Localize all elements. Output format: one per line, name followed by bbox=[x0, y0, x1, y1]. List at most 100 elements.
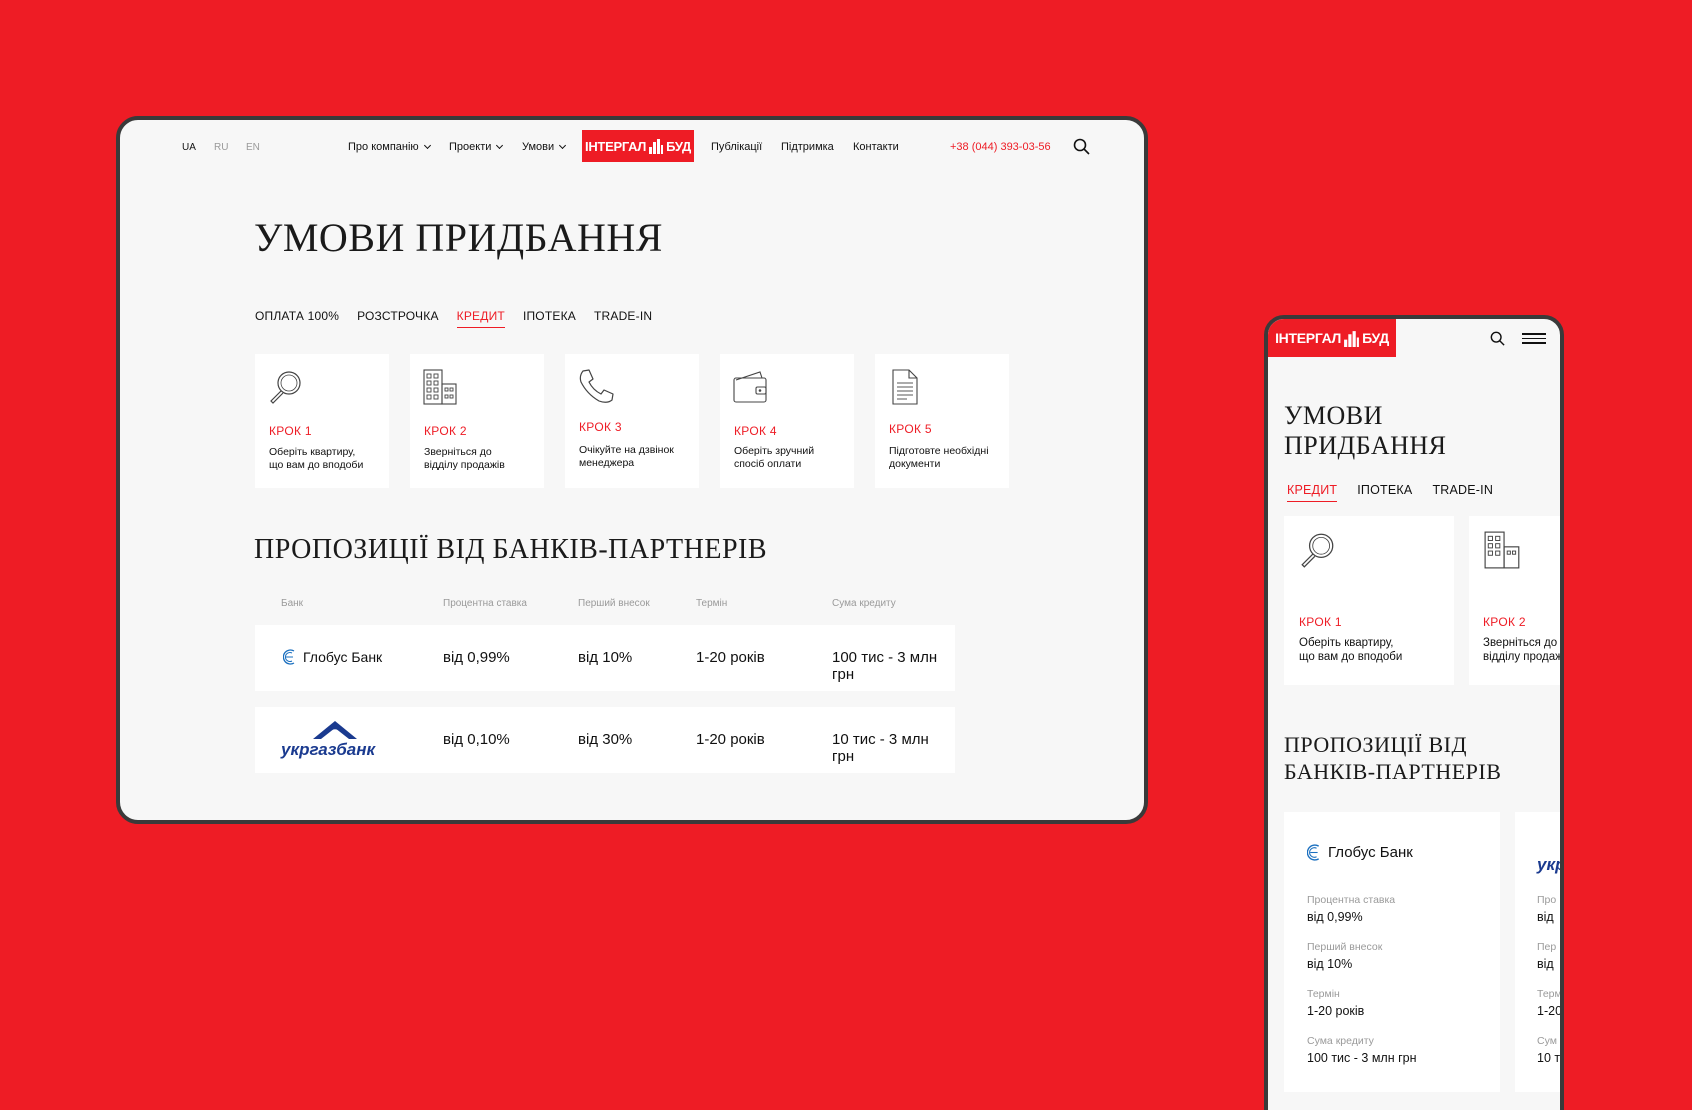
label-term: Термін bbox=[1307, 988, 1340, 1000]
nav-support[interactable]: Підтримка bbox=[781, 141, 834, 153]
step-card-5: КРОК 5 Підготовте необхідні документи bbox=[875, 354, 1009, 488]
logo-text: ІНТЕРГАЛ bbox=[1275, 330, 1342, 346]
document-icon bbox=[892, 369, 918, 405]
chevron-down-icon bbox=[423, 141, 431, 150]
page-title-line-2: придбання bbox=[1284, 431, 1447, 460]
bank-sum: 100 тис - 3 млн грн bbox=[1307, 1051, 1417, 1065]
step-card-3: КРОК 3 Очікуйте на дзвінок менеджера bbox=[565, 354, 699, 488]
value-partial: від bbox=[1537, 910, 1554, 924]
step-card-1: КРОК 1 Оберіть квартиру, що вам до вподо… bbox=[255, 354, 389, 488]
tab-mortgage[interactable]: ІПОТЕКА bbox=[523, 309, 576, 323]
page-title: Умови придбання bbox=[1284, 401, 1447, 461]
search-icon[interactable] bbox=[1073, 138, 1090, 155]
bank-rate: від 0,99% bbox=[1307, 910, 1363, 924]
tab-trade-in[interactable]: TRADE-IN bbox=[1432, 483, 1493, 497]
bank-down-payment: від 10% bbox=[578, 649, 633, 666]
tab-credit[interactable]: КРЕДИТ bbox=[456, 309, 506, 328]
step-number: КРОК 1 bbox=[1299, 615, 1342, 629]
page-title-line-1: Умови bbox=[1284, 401, 1383, 430]
bank-name: укргазбанк bbox=[281, 740, 376, 759]
logo-buildings-icon bbox=[1344, 330, 1360, 347]
step-number: КРОК 5 bbox=[889, 422, 932, 436]
desktop-screen: UA RU EN Про компанію Проекти Умови ІНТЕ… bbox=[116, 116, 1148, 824]
menu-burger-icon[interactable] bbox=[1522, 333, 1546, 347]
tab-installment[interactable]: РОЗСТРОЧКА bbox=[357, 309, 439, 323]
bank-down-payment: від 10% bbox=[1307, 957, 1353, 971]
nav-conditions-label: Умови bbox=[522, 141, 555, 153]
bank-down-payment: від 30% bbox=[578, 731, 633, 748]
globe-icon bbox=[283, 649, 295, 665]
bank-card-globus: Глобус Банк Процентна ставка від 0,99% П… bbox=[1284, 812, 1500, 1092]
bank-name: Глобус Банк bbox=[303, 649, 383, 665]
bank-rate: від 0,10% bbox=[443, 731, 510, 748]
nav-about[interactable]: Про компанію bbox=[348, 141, 431, 153]
mobile-screen: ІНТЕРГАЛ БУД Умови придбання КРЕДИТ ІПОТ… bbox=[1264, 315, 1564, 1110]
step-card-4: КРОК 4 Оберіть зручний спосіб оплати bbox=[720, 354, 854, 488]
logo-buildings-icon bbox=[649, 139, 664, 154]
step-description-line-1: Оберіть зручний bbox=[734, 445, 815, 457]
label-partial: Сум bbox=[1537, 1035, 1557, 1047]
chevron-down-icon bbox=[496, 141, 504, 150]
nav-conditions[interactable]: Умови bbox=[522, 141, 567, 153]
payment-tabs: КРЕДИТ ІПОТЕКА TRADE-IN bbox=[1287, 483, 1493, 502]
logo-text-2: БУД bbox=[666, 138, 691, 154]
bank-sum: 10 тис - 3 млн грн bbox=[832, 731, 929, 765]
step-number: КРОК 2 bbox=[1483, 615, 1526, 629]
banks-title-line-1: Пропозиції від bbox=[1284, 732, 1468, 757]
step-description-line-1: Підготовте необхідні bbox=[889, 445, 989, 457]
bank-name: Глобус Банк bbox=[1328, 844, 1413, 861]
step-description-line-1: Оберіть квартиру, bbox=[1299, 637, 1394, 649]
bank-logo-partial: укр bbox=[1537, 855, 1564, 874]
tab-mortgage[interactable]: ІПОТЕКА bbox=[1357, 483, 1412, 497]
step-card-1: КРОК 1 Оберіть квартиру, що вам до вподо… bbox=[1284, 516, 1454, 685]
table-row: Глобус Банк від 0,99% від 10% 1-20 років… bbox=[255, 625, 955, 691]
step-description-line-2: спосіб оплати bbox=[734, 458, 802, 470]
globus-bank-logo: Глобус Банк bbox=[283, 649, 382, 665]
step-card-2: КРОК 2 Зверніться до відділу продажів bbox=[1469, 516, 1564, 685]
bank-term: 1-20 років bbox=[1307, 1004, 1365, 1018]
bank-rate: від 0,99% bbox=[443, 649, 510, 666]
building-icon bbox=[423, 369, 457, 405]
nav-projects[interactable]: Проекти bbox=[449, 141, 504, 153]
tab-full-payment[interactable]: ОПЛАТА 100% bbox=[255, 309, 339, 323]
lang-en[interactable]: EN bbox=[246, 142, 260, 153]
phone-icon bbox=[579, 369, 614, 403]
label-down: Перший внесок bbox=[1307, 941, 1383, 953]
banks-title: Пропозиції від банків-партнерів bbox=[1284, 731, 1501, 785]
tab-credit[interactable]: КРЕДИТ bbox=[1287, 483, 1338, 502]
step-description-line-2: що вам до вподоби bbox=[1299, 651, 1403, 663]
tab-trade-in[interactable]: TRADE-IN bbox=[594, 309, 652, 323]
site-logo[interactable]: ІНТЕРГАЛ БУД bbox=[582, 130, 694, 162]
payment-tabs: ОПЛАТА 100% РОЗСТРОЧКА КРЕДИТ ІПОТЕКА TR… bbox=[255, 309, 652, 328]
column-header-rate: Процентна ставка bbox=[443, 598, 527, 609]
logo-text: ІНТЕРГАЛ bbox=[585, 138, 647, 154]
search-icon[interactable] bbox=[1490, 331, 1505, 346]
step-description-line-2: відділу продажів bbox=[1483, 651, 1564, 663]
column-header-bank: Банк bbox=[281, 598, 304, 609]
step-description-line-1: Очікуйте на дзвінок bbox=[579, 444, 674, 456]
site-logo[interactable]: ІНТЕРГАЛ БУД bbox=[1268, 319, 1396, 357]
ukrgazbank-emblem-icon bbox=[313, 721, 357, 739]
globe-icon bbox=[1307, 844, 1320, 861]
banks-title: Пропозиції від банків-партнерів bbox=[254, 534, 768, 565]
phone-link[interactable]: +38 (044) 393-03-56 bbox=[950, 141, 1051, 153]
wallet-icon bbox=[733, 371, 767, 403]
value-partial: 10 ти bbox=[1537, 1051, 1561, 1065]
nav-publications[interactable]: Публікації bbox=[711, 141, 762, 153]
building-icon bbox=[1484, 531, 1520, 569]
step-description-line-2: менеджера bbox=[579, 457, 635, 469]
lang-ru[interactable]: RU bbox=[214, 142, 228, 153]
magnifier-icon bbox=[1301, 533, 1334, 568]
column-header-term: Термін bbox=[696, 598, 728, 609]
banks-title-line-2: банків-партнерів bbox=[1284, 759, 1502, 784]
ukrgazbank-logo: укргазбанк bbox=[281, 719, 391, 759]
nav-about-label: Про компанію bbox=[348, 141, 419, 153]
step-number: КРОК 2 bbox=[424, 424, 467, 438]
label-rate: Процентна ставка bbox=[1307, 894, 1396, 906]
step-card-2: КРОК 2 Зверніться до відділу продажів bbox=[410, 354, 544, 488]
globus-bank-logo: Глобус Банк bbox=[1307, 844, 1413, 861]
nav-contacts[interactable]: Контакти bbox=[853, 141, 899, 153]
step-description-line-2: документи bbox=[889, 458, 941, 470]
step-number: КРОК 4 bbox=[734, 424, 777, 438]
lang-ua[interactable]: UA bbox=[182, 142, 196, 153]
